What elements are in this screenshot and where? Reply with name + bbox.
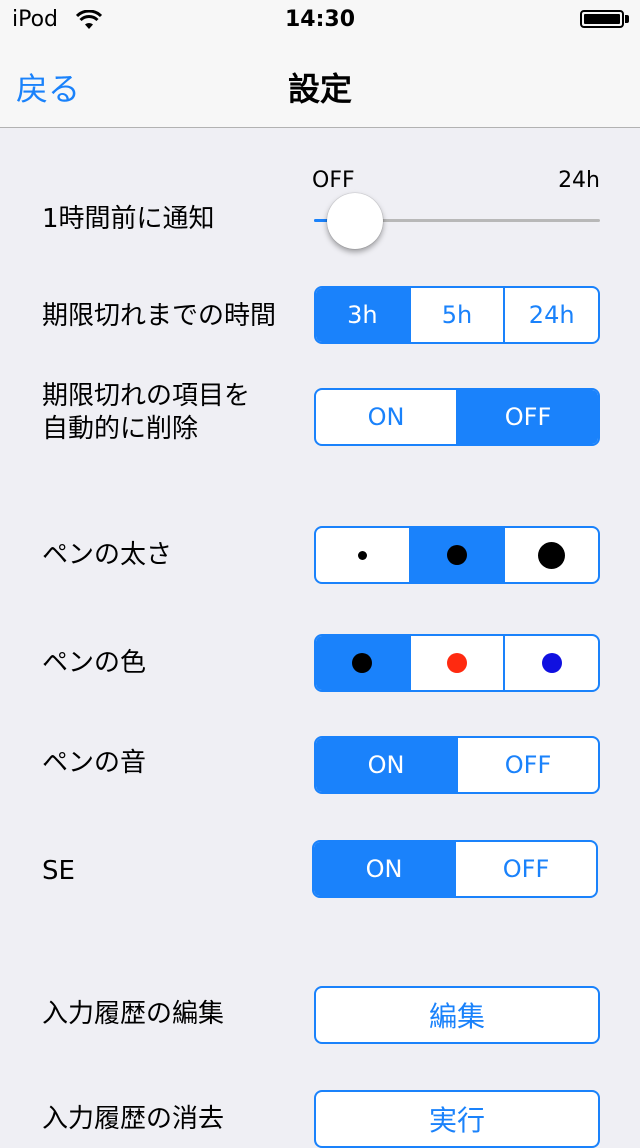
pen-color-option-black[interactable] [316, 636, 409, 690]
history-edit-button[interactable]: 編集 [314, 986, 600, 1044]
expire-time-option-5h[interactable]: 5h [408, 288, 504, 342]
history-clear-button[interactable]: 実行 [314, 1090, 600, 1148]
status-bar: iPod 14:30 [0, 0, 640, 40]
pen-color-segmented-control [314, 634, 600, 692]
battery-tip [625, 15, 629, 23]
pen-color-label: ペンの色 [42, 648, 147, 678]
se-option-off[interactable]: OFF [454, 842, 596, 896]
pen-width-option-large[interactable] [503, 528, 598, 582]
pen-color-option-blue[interactable] [503, 636, 598, 690]
history-clear-label: 入力履歴の消去 [42, 1104, 225, 1134]
auto-delete-label-line1: 期限切れの項目を [42, 381, 251, 411]
history-edit-label: 入力履歴の編集 [42, 999, 225, 1029]
slider-min-label: OFF [312, 168, 355, 193]
auto-delete-segmented-control: ON OFF [314, 388, 600, 446]
pen-sound-option-on[interactable]: ON [316, 738, 456, 792]
black-dot-icon [352, 653, 373, 673]
pen-color-option-red[interactable] [408, 636, 504, 690]
slider-max-label: 24h [558, 168, 600, 193]
expire-time-option-3h[interactable]: 3h [316, 288, 409, 342]
pen-sound-option-off[interactable]: OFF [456, 738, 598, 792]
se-option-on[interactable]: ON [314, 842, 454, 896]
se-label: SE [42, 856, 75, 886]
notify-slider-thumb[interactable] [326, 193, 383, 249]
auto-delete-option-on[interactable]: ON [316, 390, 456, 444]
navigation-bar: 戻る 設定 [0, 40, 640, 128]
pen-width-option-medium[interactable] [408, 528, 504, 582]
notify-label: 1時間前に通知 [42, 204, 215, 234]
pen-sound-segmented-control: ON OFF [314, 736, 600, 794]
auto-delete-label-line2: 自動的に削除 [42, 414, 199, 444]
pen-width-label: ペンの太さ [42, 540, 173, 570]
clock-time: 14:30 [284, 7, 356, 32]
expire-time-segmented-control: 3h 5h 24h [314, 286, 600, 344]
se-segmented-control: ON OFF [312, 840, 598, 898]
blue-dot-icon [541, 653, 562, 673]
medium-dot-icon [447, 545, 467, 565]
page-title: 設定 [287, 70, 352, 108]
expire-time-option-24h[interactable]: 24h [503, 288, 598, 342]
expire-time-label: 期限切れまでの時間 [42, 301, 277, 331]
battery-icon [580, 10, 624, 28]
small-dot-icon [357, 550, 367, 560]
large-dot-icon [538, 541, 566, 569]
auto-delete-option-off[interactable]: OFF [456, 390, 598, 444]
red-dot-icon [447, 653, 467, 673]
pen-sound-label: ペンの音 [42, 748, 147, 778]
pen-width-option-small[interactable] [316, 528, 409, 582]
pen-width-segmented-control [314, 526, 600, 584]
